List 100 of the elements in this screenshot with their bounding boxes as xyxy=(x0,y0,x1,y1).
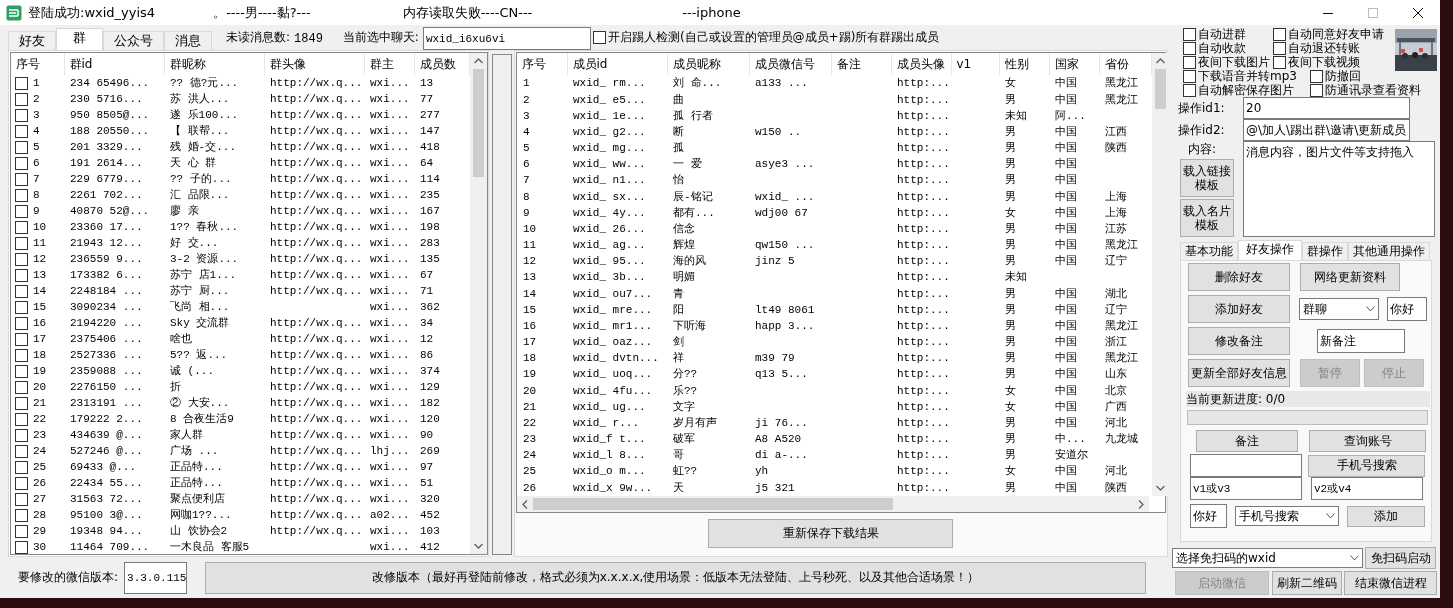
checkbox[interactable] xyxy=(1310,83,1323,97)
input-field[interactable]: @\加人\踢出群\邀请\更新成员 xyxy=(1243,119,1410,141)
current-chat-field[interactable]: wxid_i6xu6vi xyxy=(422,27,591,50)
button[interactable]: 添加 xyxy=(1347,505,1425,527)
button[interactable]: 刷新二维码 xyxy=(1272,571,1342,595)
column-header[interactable]: 成员数 xyxy=(414,53,469,75)
horizontal-scrollbar[interactable] xyxy=(517,496,1149,512)
button[interactable]: 更新全部好友信息 xyxy=(1188,359,1290,387)
column-header[interactable]: 成员头像 xyxy=(891,53,951,76)
checkbox[interactable] xyxy=(15,364,28,378)
column-header[interactable]: 成员id xyxy=(567,53,667,76)
tab[interactable]: 其他通用操作 xyxy=(1348,242,1430,260)
scroll-thumb[interactable] xyxy=(533,498,893,510)
checkbox[interactable] xyxy=(15,380,28,394)
column-header[interactable]: 群头像 xyxy=(264,53,364,75)
button[interactable]: 载入名片模板 xyxy=(1180,199,1234,237)
text-area[interactable]: 消息内容，图片文件等支持拖入 xyxy=(1243,141,1435,237)
checkbox[interactable] xyxy=(1273,55,1286,69)
checkbox[interactable] xyxy=(15,156,28,170)
input-field[interactable]: 你好 xyxy=(1190,504,1227,528)
checkbox[interactable] xyxy=(1183,69,1196,83)
checkbox[interactable] xyxy=(15,252,28,266)
checkbox[interactable] xyxy=(15,332,28,346)
tab[interactable]: 好友操作 xyxy=(1238,240,1302,260)
column-header[interactable]: 群昵称 xyxy=(164,53,264,75)
tab[interactable]: 好友 xyxy=(8,31,56,50)
scroll-thumb[interactable] xyxy=(472,69,484,177)
checkbox[interactable] xyxy=(15,396,28,410)
checkbox[interactable] xyxy=(1183,55,1196,69)
tab[interactable]: 公众号 xyxy=(103,31,164,50)
checkbox[interactable] xyxy=(15,76,28,90)
input-field[interactable]: 你好 xyxy=(1387,297,1427,321)
checkbox[interactable] xyxy=(15,460,28,474)
input-field[interactable]: 20 xyxy=(1243,97,1410,119)
button[interactable]: 网络更新资料 xyxy=(1300,263,1400,291)
checkbox[interactable] xyxy=(592,31,606,44)
column-header[interactable]: 成员昵称 xyxy=(667,53,749,76)
checkbox[interactable] xyxy=(15,316,28,330)
input-field[interactable]: 新备注 xyxy=(1317,329,1405,353)
tab[interactable]: 群操作 xyxy=(1302,242,1348,260)
checkbox[interactable] xyxy=(15,204,28,218)
checkbox[interactable] xyxy=(15,476,28,490)
checkbox[interactable] xyxy=(1183,41,1196,55)
button[interactable]: 删除好友 xyxy=(1188,263,1290,291)
input-field[interactable]: v1或v3 xyxy=(1190,477,1302,500)
column-header[interactable]: 群id xyxy=(64,53,164,75)
checkbox[interactable] xyxy=(1310,69,1323,83)
column-header[interactable]: 国家 xyxy=(1049,53,1099,76)
checkbox[interactable] xyxy=(1183,83,1196,97)
checkbox[interactable] xyxy=(15,124,28,138)
column-header[interactable]: 备注 xyxy=(831,53,891,76)
checkbox[interactable] xyxy=(15,348,28,362)
checkbox[interactable] xyxy=(15,524,28,538)
dropdown[interactable]: 选择免扫码的wxid xyxy=(1172,548,1363,568)
checkbox[interactable] xyxy=(1273,27,1286,41)
button[interactable]: 改修版本（最好再登陆前修改，格式必须为x.x.x.x,使用场景：低版本无法登陆、上号秒死、以及其他合适场景！） xyxy=(205,561,1147,594)
checkbox[interactable] xyxy=(1273,41,1286,55)
checkbox[interactable] xyxy=(15,188,28,202)
checkbox[interactable] xyxy=(15,428,28,442)
dropdown[interactable]: 群聊 xyxy=(1299,298,1379,320)
column-header[interactable]: v1 xyxy=(951,53,999,76)
checkbox[interactable] xyxy=(15,540,28,554)
button[interactable]: 备注 xyxy=(1196,430,1298,452)
tab[interactable]: 群 xyxy=(56,28,103,50)
checkbox[interactable] xyxy=(15,236,28,250)
dropdown[interactable]: 手机号搜索 xyxy=(1235,506,1339,526)
button[interactable]: 添加好友 xyxy=(1188,295,1290,323)
checkbox[interactable] xyxy=(15,268,28,282)
button[interactable]: 重新保存下载结果 xyxy=(708,519,953,548)
input-field[interactable] xyxy=(1190,454,1302,477)
button[interactable]: 免扫码启动 xyxy=(1365,547,1436,569)
button[interactable]: 结束微信进程 xyxy=(1344,571,1437,595)
checkbox[interactable] xyxy=(15,300,28,314)
version-field[interactable]: 3.3.0.115 xyxy=(124,561,188,594)
button[interactable]: 手机号搜索 xyxy=(1308,454,1425,477)
column-header[interactable]: 性别 xyxy=(999,53,1049,76)
checkbox[interactable] xyxy=(15,172,28,186)
column-header[interactable]: 序号 xyxy=(517,53,567,76)
checkbox[interactable] xyxy=(15,412,28,426)
column-header[interactable]: 序号 xyxy=(11,53,64,75)
tab[interactable]: 消息 xyxy=(164,31,212,50)
vertical-scrollbar[interactable] xyxy=(1151,53,1169,496)
checkbox[interactable] xyxy=(15,220,28,234)
button[interactable]: 载入链接模板 xyxy=(1180,159,1234,197)
checkbox[interactable] xyxy=(15,492,28,506)
vertical-scrollbar[interactable] xyxy=(469,53,487,554)
checkbox[interactable] xyxy=(15,284,28,298)
column-header[interactable]: 群主 xyxy=(364,53,414,75)
list-box[interactable] xyxy=(492,54,512,555)
button[interactable]: 修改备注 xyxy=(1188,327,1290,355)
checkbox[interactable] xyxy=(15,92,28,106)
checkbox[interactable] xyxy=(15,140,28,154)
button[interactable]: 查询账号 xyxy=(1309,430,1426,452)
scroll-thumb[interactable] xyxy=(1154,69,1166,109)
input-field[interactable]: v2或v4 xyxy=(1311,477,1423,500)
checkbox[interactable] xyxy=(15,508,28,522)
checkbox[interactable] xyxy=(15,108,28,122)
tab[interactable]: 基本功能 xyxy=(1180,242,1238,260)
column-header[interactable]: 省份 xyxy=(1099,53,1151,76)
checkbox[interactable] xyxy=(15,444,28,458)
